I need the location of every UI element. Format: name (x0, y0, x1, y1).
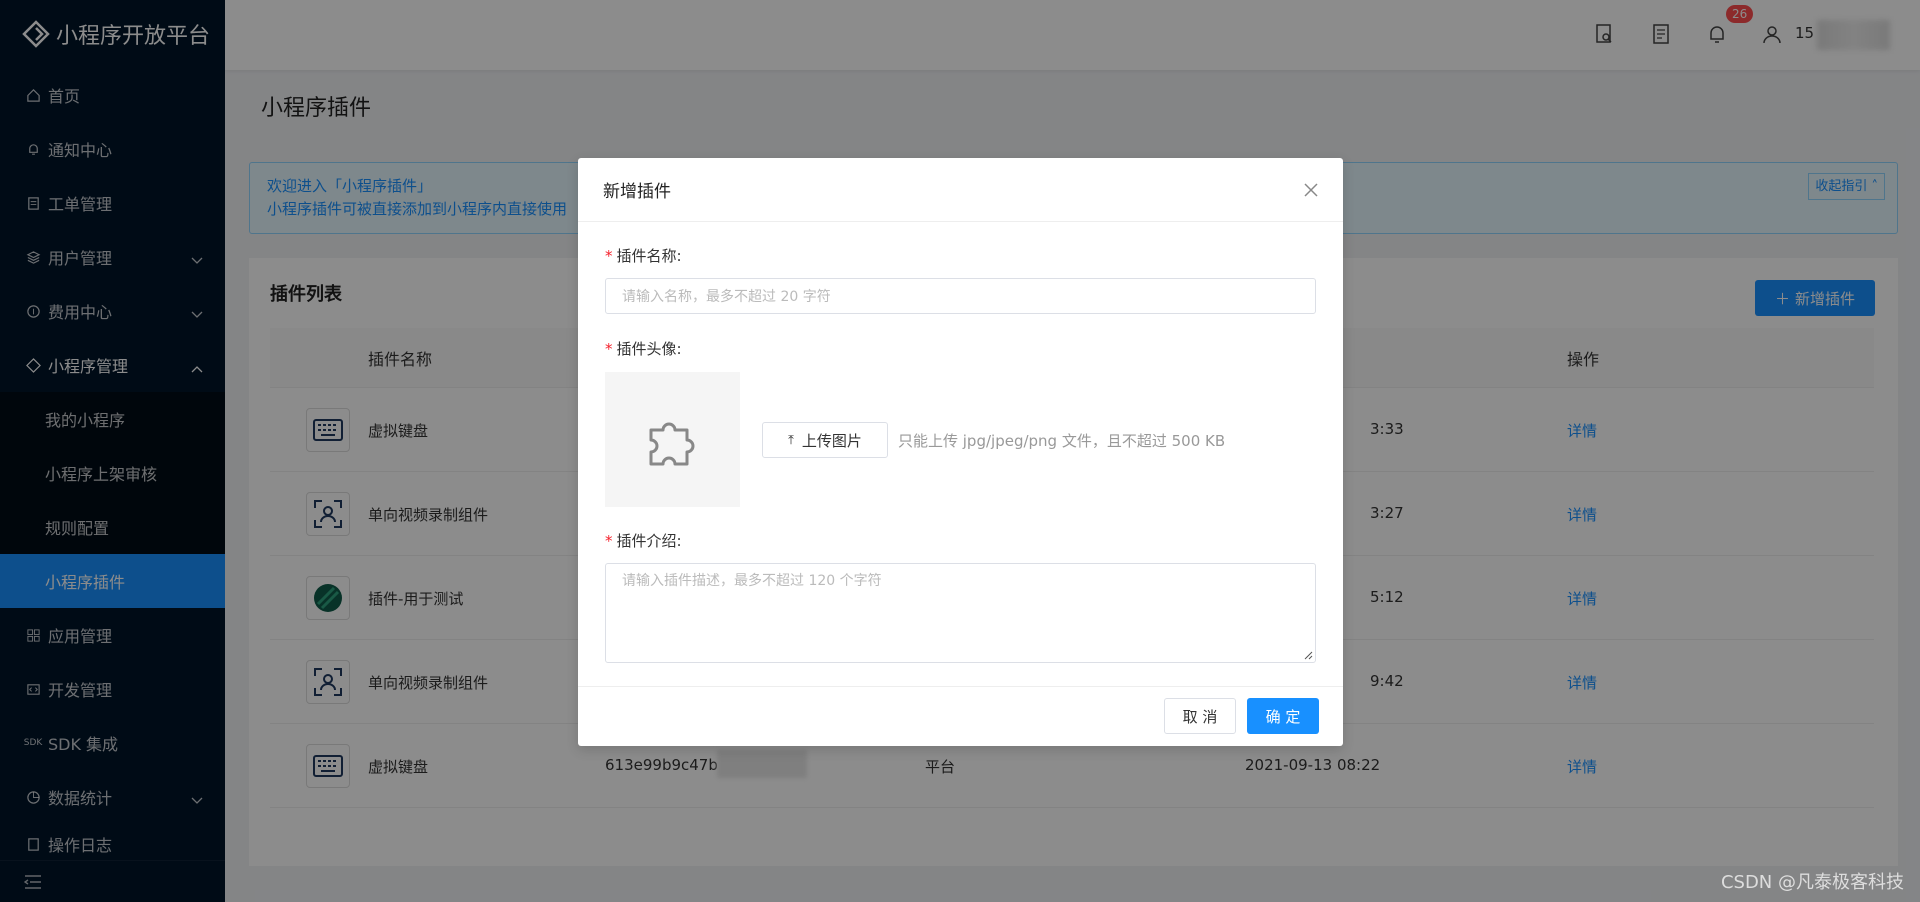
add-plugin-dialog: 新增插件 * 插件名称: 请输入名称，最多不超过 20 字符 * 插件头像: ⤒ 上… (578, 158, 1343, 746)
plugin-desc-textarea[interactable]: 请输入插件描述，最多不超过 120 个字符 (605, 563, 1316, 663)
plugin-name-label-text: 插件名称: (616, 247, 682, 265)
upload-image-label: 上传图片 (801, 431, 862, 450)
upload-icon: ⤒ (788, 432, 794, 448)
plugin-name-placeholder: 请输入名称，最多不超过 20 字符 (622, 289, 831, 305)
plugin-name-label: * 插件名称: (605, 245, 682, 266)
close-icon[interactable] (1301, 180, 1321, 200)
cancel-button[interactable]: 取 消 (1164, 698, 1236, 734)
dialog-title: 新增插件 (603, 182, 671, 202)
plugin-name-input[interactable]: 请输入名称，最多不超过 20 字符 (605, 278, 1316, 314)
plugin-avatar-label-text: 插件头像: (616, 340, 682, 358)
avatar-preview (605, 372, 740, 507)
dialog-header: 新增插件 (578, 158, 1343, 222)
dialog-footer: 取 消 确 定 (578, 686, 1343, 746)
watermark: CSDN @凡泰极客科技 (1720, 872, 1904, 893)
plugin-desc-label: * 插件介绍: (605, 530, 682, 551)
upload-hint: 只能上传 jpg/jpeg/png 文件，且不超过 500 KB (898, 432, 1226, 450)
plugin-desc-placeholder: 请输入插件描述，最多不超过 120 个字符 (622, 573, 882, 589)
plugin-avatar-label: * 插件头像: (605, 338, 682, 359)
required-mark: * (605, 340, 613, 358)
puzzle-icon (649, 422, 694, 465)
confirm-button[interactable]: 确 定 (1247, 698, 1319, 734)
required-mark: * (605, 532, 613, 550)
plugin-desc-label-text: 插件介绍: (616, 532, 682, 550)
resize-handle-icon (1304, 651, 1313, 660)
upload-image-button[interactable]: ⤒ 上传图片 (762, 422, 888, 458)
required-mark: * (605, 247, 613, 265)
